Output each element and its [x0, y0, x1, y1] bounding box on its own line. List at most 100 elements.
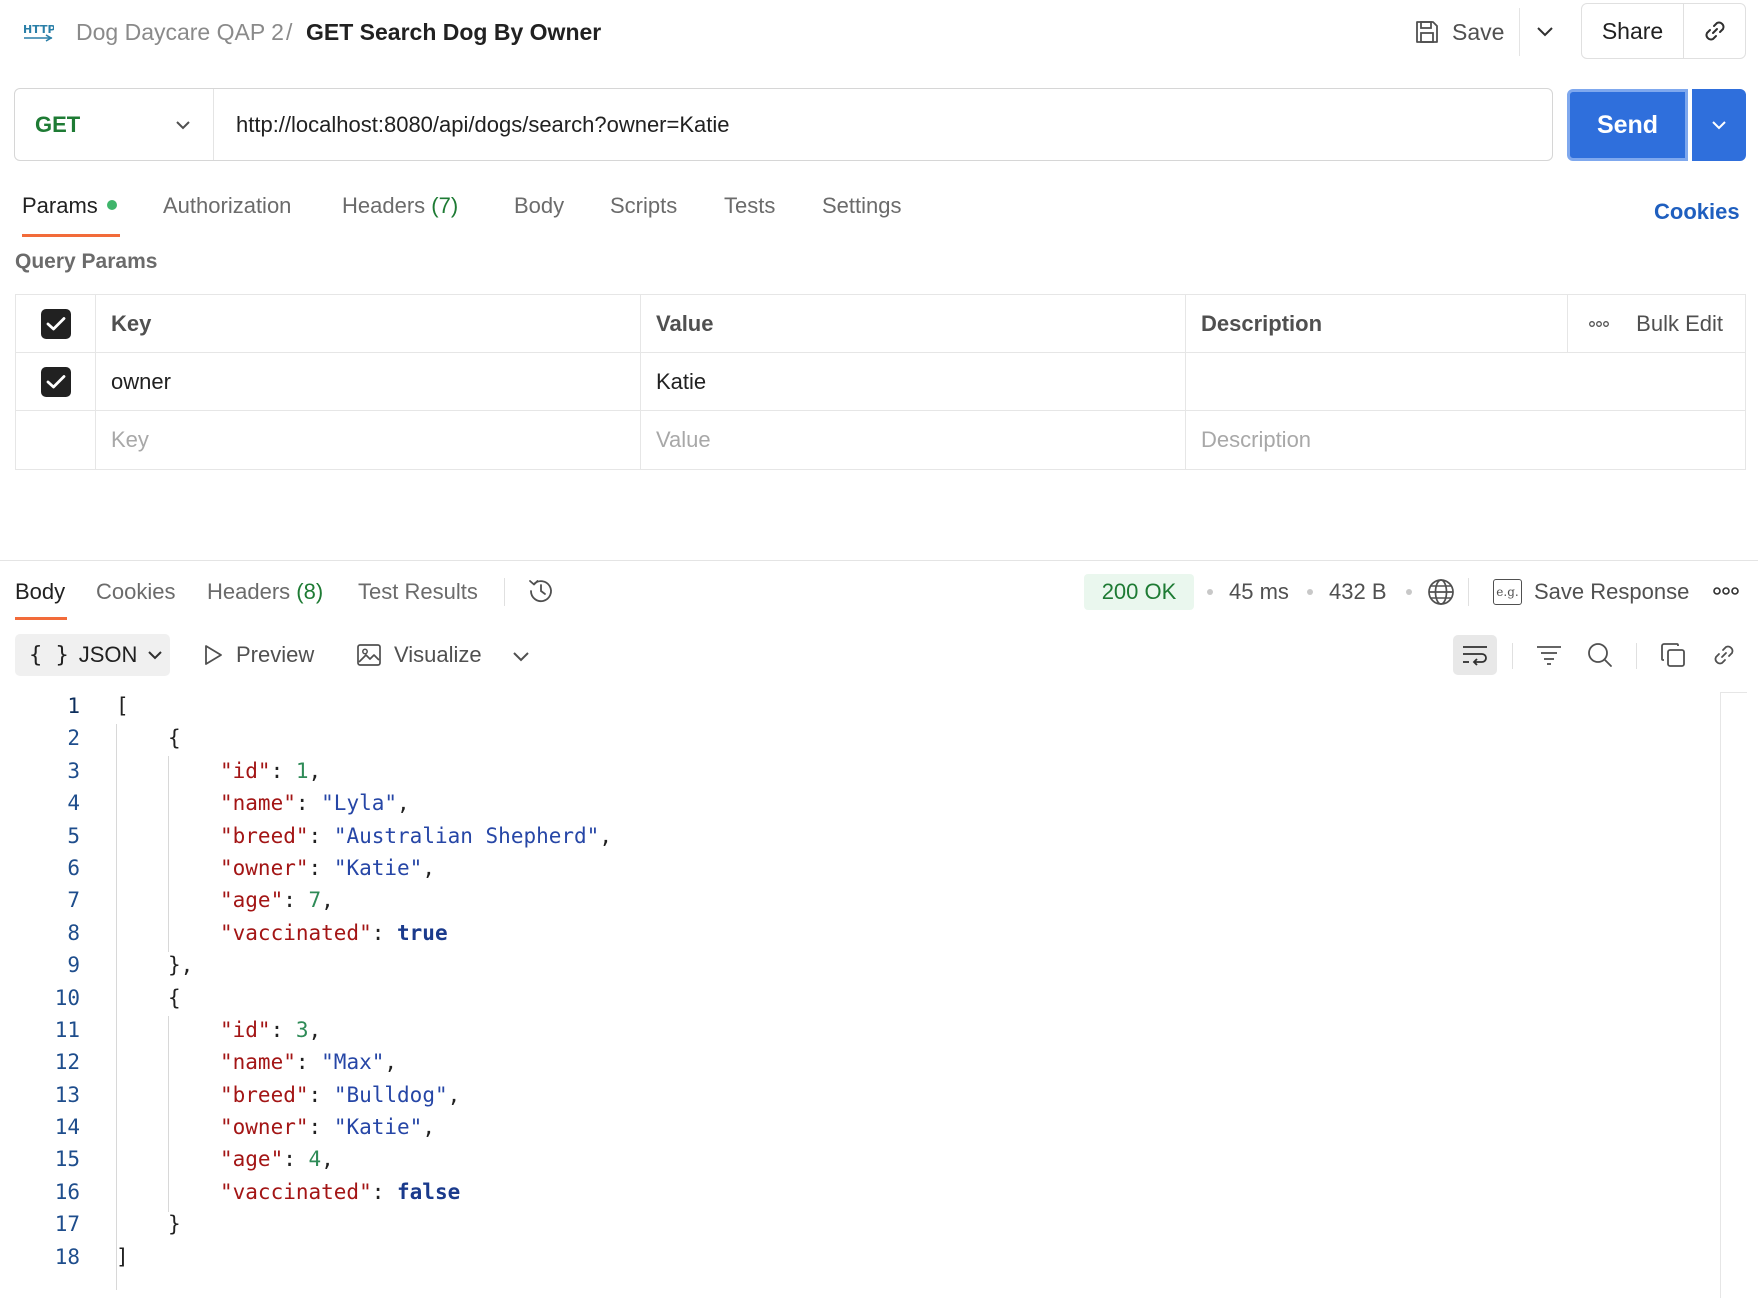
column-header-description: Description	[1186, 295, 1568, 352]
cookies-link[interactable]: Cookies	[1654, 194, 1740, 230]
row-check-cell	[16, 353, 96, 410]
url-input[interactable]: http://localhost:8080/api/dogs/search?ow…	[214, 112, 730, 138]
new-key-input[interactable]: Key	[96, 411, 641, 469]
copy-link-icon[interactable]	[1684, 4, 1745, 58]
separator-dot	[1307, 589, 1313, 595]
response-size[interactable]: 432 B	[1329, 574, 1387, 610]
code-line: 11 "id": 3,	[0, 1014, 1720, 1046]
param-value-input[interactable]: Katie	[641, 353, 1186, 410]
code-token: ,	[321, 888, 334, 913]
tab-response-body[interactable]: Body	[15, 574, 65, 610]
request-title[interactable]: GET Search Dog By Owner	[306, 16, 601, 48]
line-number: 8	[67, 920, 80, 945]
wrap-lines-icon[interactable]	[1453, 635, 1497, 675]
code-text: [	[116, 690, 129, 722]
code-line: 18]	[0, 1241, 1720, 1273]
code-line: 16 "vaccinated": false	[0, 1176, 1720, 1208]
checkmark-icon	[46, 316, 65, 330]
send-button[interactable]: Send	[1567, 89, 1688, 161]
divider	[1512, 643, 1513, 669]
format-select[interactable]: { } JSON	[15, 634, 170, 676]
share-button[interactable]: Share	[1582, 4, 1684, 58]
globe-icon[interactable]	[1426, 577, 1456, 607]
code-line: 3 "id": 1,	[0, 755, 1720, 787]
example-icon: e.g.	[1493, 579, 1522, 605]
code-token: ,	[422, 855, 435, 880]
more-options-icon[interactable]	[1712, 583, 1740, 599]
code-line: 14 "owner": "Katie",	[0, 1111, 1720, 1143]
code-token: :	[283, 888, 309, 913]
vertical-scrollbar[interactable]	[1720, 692, 1721, 1298]
param-key-input[interactable]: owner	[96, 353, 641, 410]
code-text: "id": 3,	[220, 1014, 321, 1046]
tab-response-cookies[interactable]: Cookies	[96, 574, 175, 610]
send-options-chevron-down-icon[interactable]	[1692, 89, 1746, 161]
http-icon: HTTP	[23, 23, 54, 42]
line-number: 2	[67, 726, 80, 751]
line-number: 9	[67, 953, 80, 978]
search-icon[interactable]	[1582, 637, 1618, 673]
query-params-title: Query Params	[15, 250, 158, 273]
link-icon[interactable]	[1706, 637, 1742, 673]
save-options-chevron-down-icon[interactable]	[1530, 16, 1560, 48]
code-token: :	[308, 823, 334, 848]
tab-response-headers-label: Headers	[207, 579, 291, 604]
line-number: 6	[67, 855, 80, 880]
tab-authorization[interactable]: Authorization	[163, 188, 291, 224]
new-value-input[interactable]: Value	[641, 411, 1186, 469]
url-bar: GET http://localhost:8080/api/dogs/searc…	[14, 88, 1553, 161]
indent-guide	[168, 1016, 169, 1212]
code-token: "vaccinated"	[220, 920, 372, 945]
tab-test-results[interactable]: Test Results	[358, 574, 478, 610]
code-text: },	[168, 949, 193, 981]
save-button[interactable]: Save	[1414, 10, 1504, 54]
code-token: "id"	[220, 1017, 271, 1042]
visualize-button[interactable]: Visualize	[356, 634, 482, 676]
save-response-button[interactable]: Save Response	[1534, 574, 1689, 610]
status-badge[interactable]: 200 OK	[1084, 574, 1194, 610]
chevron-down-icon	[148, 651, 163, 660]
code-token: :	[308, 1115, 334, 1140]
preview-button[interactable]: Preview	[202, 634, 314, 676]
code-line: 13 "breed": "Bulldog",	[0, 1079, 1720, 1111]
code-text: "vaccinated": true	[220, 917, 448, 949]
code-text: "name": "Max",	[220, 1046, 397, 1078]
code-text: "age": 4,	[220, 1143, 334, 1175]
code-token: ,	[321, 1147, 334, 1172]
code-token: },	[168, 953, 194, 978]
chevron-down-icon	[176, 120, 190, 129]
code-line: 2{	[0, 722, 1720, 754]
more-options-icon[interactable]	[1588, 320, 1610, 328]
param-enabled-checkbox[interactable]	[40, 366, 71, 397]
code-line: 8 "vaccinated": true	[0, 917, 1720, 949]
select-all-checkbox[interactable]	[40, 308, 71, 339]
column-header-value: Value	[641, 295, 1186, 352]
visualize-label: Visualize	[394, 642, 482, 667]
tab-settings[interactable]: Settings	[822, 188, 902, 224]
tab-headers[interactable]: Headers (7)	[342, 188, 458, 224]
code-token: ,	[422, 1115, 435, 1140]
response-time[interactable]: 45 ms	[1229, 574, 1289, 610]
tab-tests[interactable]: Tests	[724, 188, 775, 224]
breadcrumb-collection[interactable]: Dog Daycare QAP 2	[76, 16, 284, 48]
response-body-viewer[interactable]: 1[2{3 "id": 1, 4 "name": "Lyla", 5 "breed": "…	[0, 690, 1720, 1273]
method-select[interactable]: GET	[15, 89, 214, 160]
tab-scripts[interactable]: Scripts	[610, 188, 677, 224]
history-icon[interactable]	[526, 576, 556, 606]
tab-body[interactable]: Body	[514, 188, 564, 224]
chevron-down-icon[interactable]	[508, 643, 534, 669]
copy-icon[interactable]	[1655, 637, 1691, 673]
code-token: ,	[447, 1082, 461, 1107]
code-token: "Katie"	[333, 855, 423, 880]
param-description-input[interactable]	[1186, 353, 1745, 410]
bulk-edit-button[interactable]: Bulk Edit	[1636, 311, 1723, 337]
code-token: 1	[295, 758, 309, 783]
new-description-input[interactable]: Description	[1186, 411, 1745, 469]
column-header-key: Key	[96, 295, 641, 352]
code-line: 10 {	[0, 982, 1720, 1014]
tab-params[interactable]: Params	[22, 188, 117, 224]
code-token: :	[295, 1050, 322, 1075]
tab-response-headers[interactable]: Headers (8)	[207, 574, 323, 610]
filter-icon[interactable]	[1531, 637, 1567, 673]
code-token: ,	[308, 758, 322, 783]
